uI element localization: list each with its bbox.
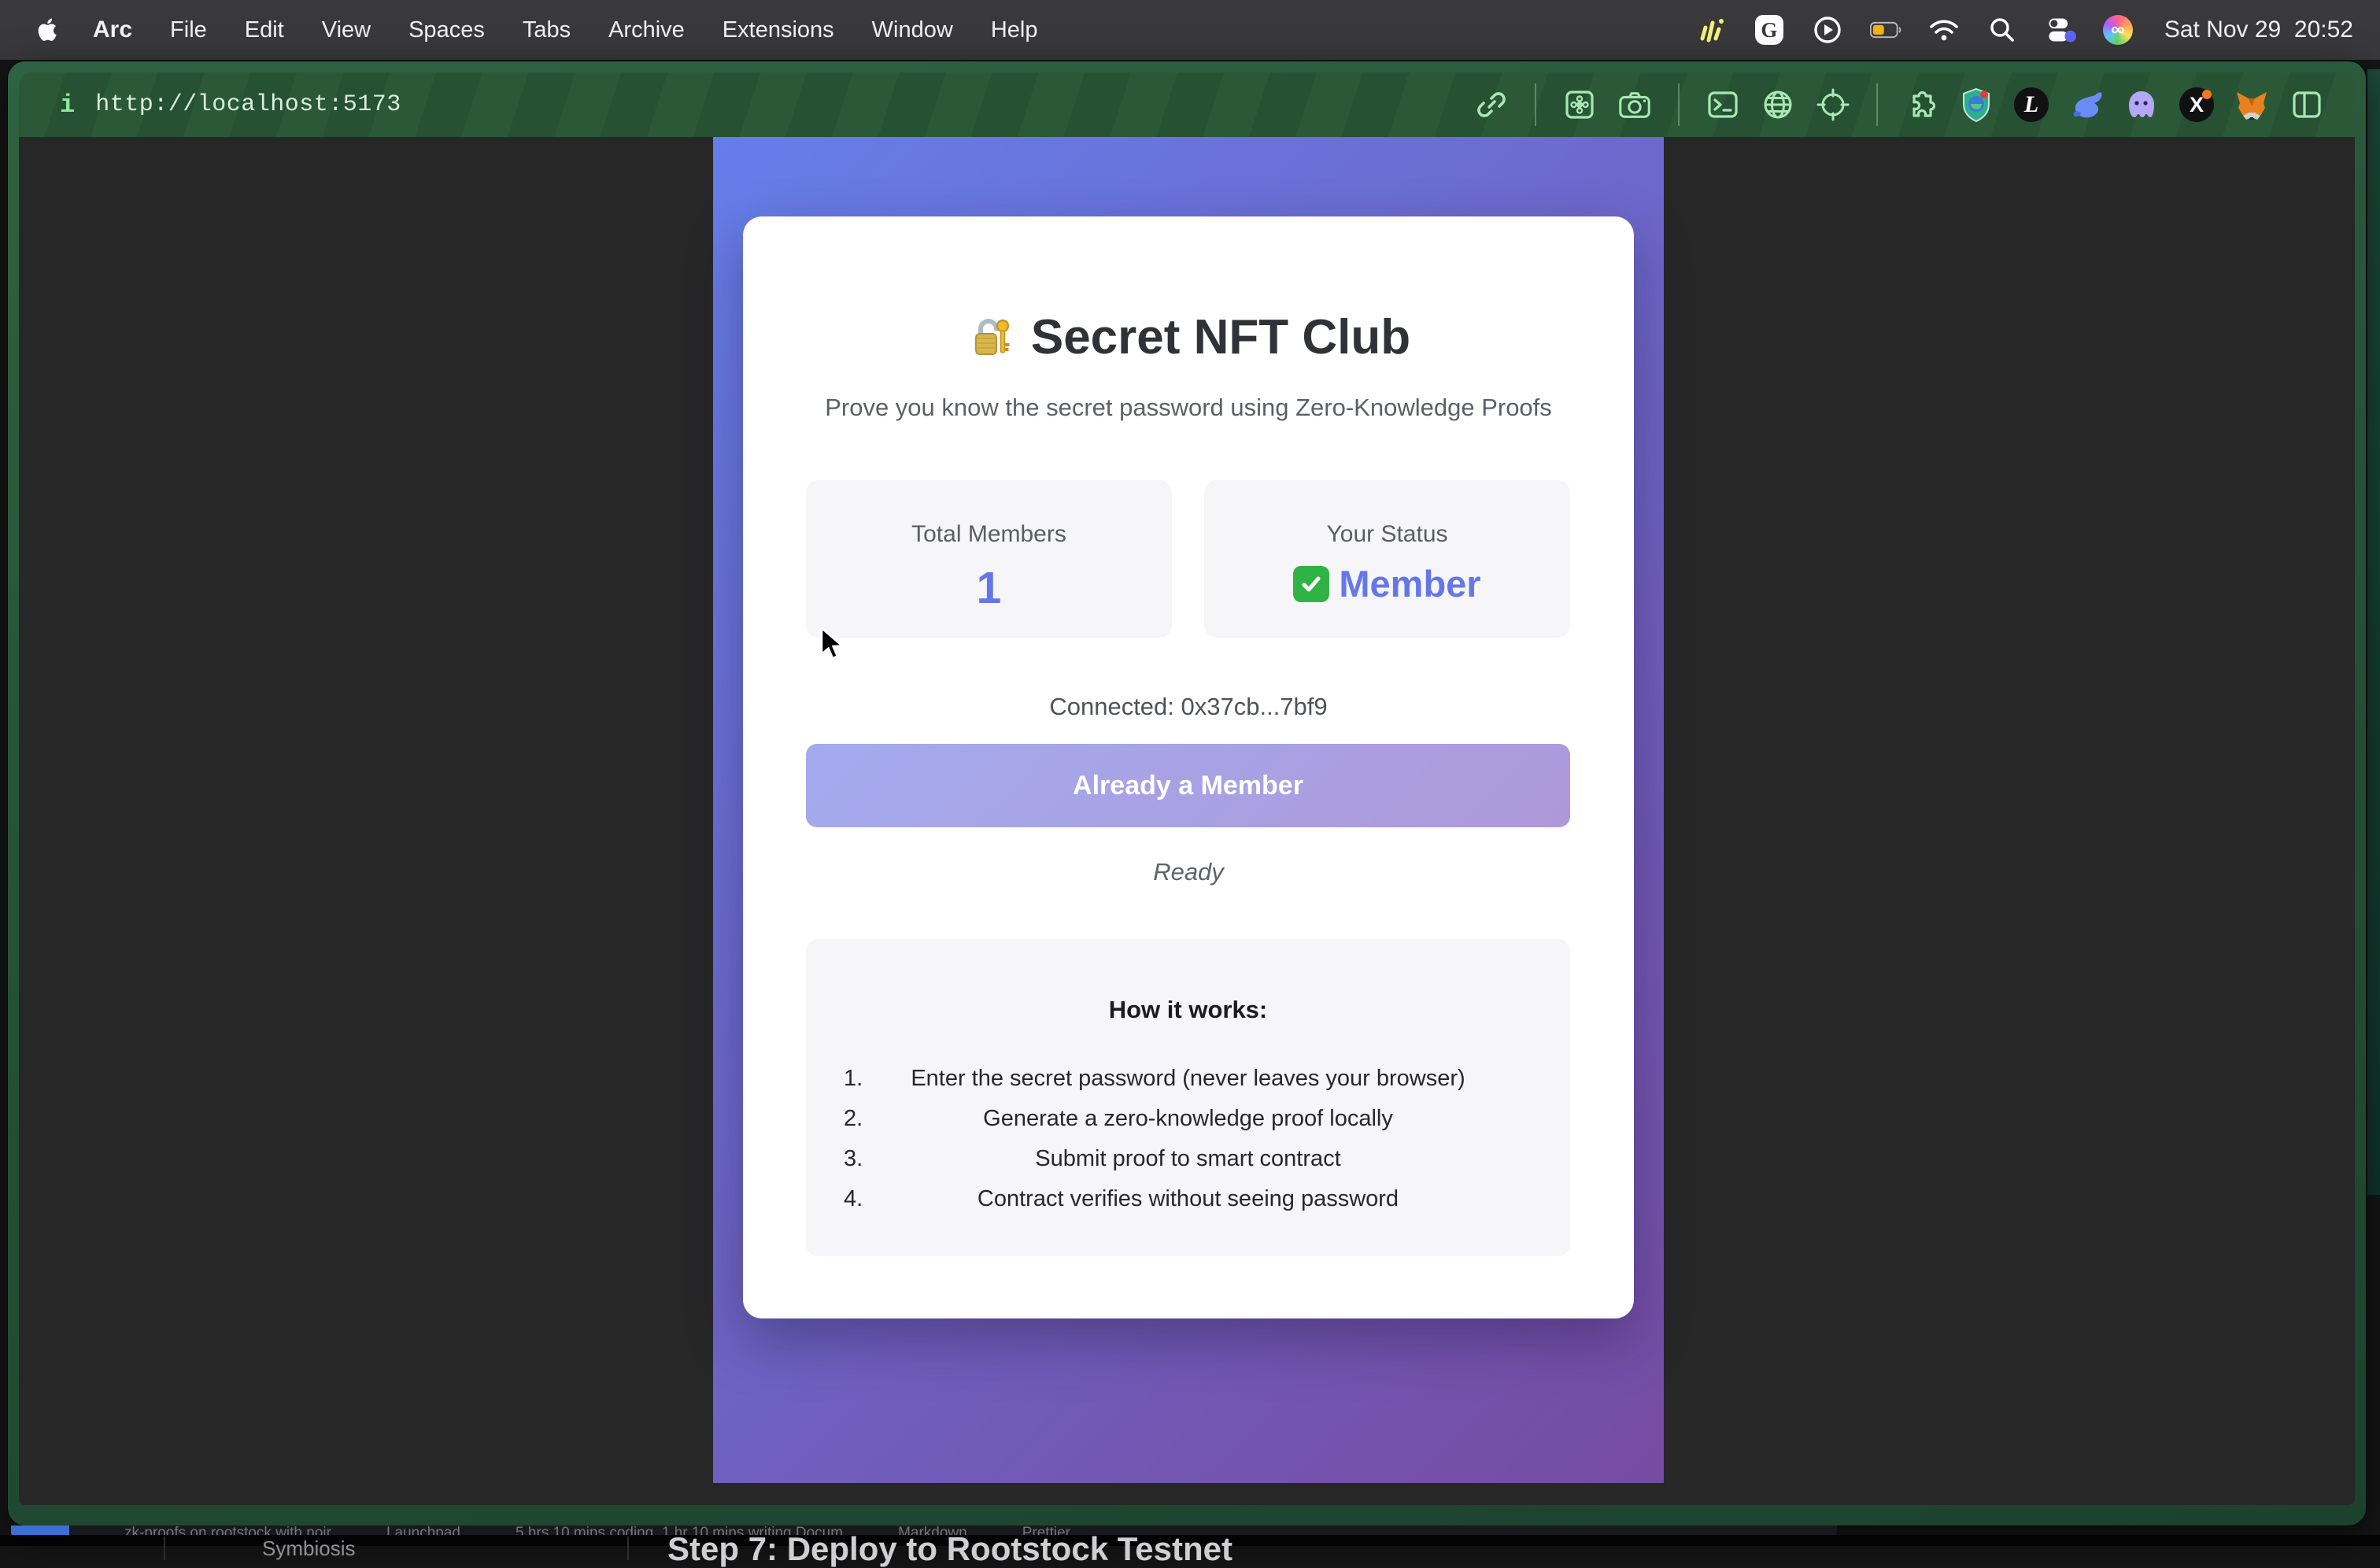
menu-item-edit[interactable]: Edit	[226, 0, 303, 60]
webpage-background: Secret NFT Club Prove you know the secre…	[713, 137, 1664, 1483]
browser-viewport: Secret NFT Club Prove you know the secre…	[19, 137, 2355, 1505]
toolbar-divider	[1535, 83, 1536, 126]
wifi-icon[interactable]	[1928, 14, 1960, 46]
how-step-3: 3. Submit proof to smart contract	[806, 1139, 1570, 1179]
picture-picker-icon[interactable]	[1561, 87, 1598, 123]
background-window-bottom[interactable]: Symbiosis Step 7: Deploy to Rootstock Te…	[0, 1535, 2380, 1546]
secret-nft-club-card: Secret NFT Club Prove you know the secre…	[743, 216, 1634, 1318]
control-center-icon[interactable]	[2045, 14, 2076, 46]
grammarly-icon[interactable]: G	[1754, 14, 1785, 46]
menu-item-help[interactable]: Help	[972, 0, 1057, 60]
stat-total-members: Total Members 1	[806, 480, 1172, 638]
menubar: Arc File Edit View Spaces Tabs Archive E…	[0, 0, 2380, 60]
menu-item-arc[interactable]: Arc	[74, 0, 151, 60]
page-title: Secret NFT Club	[743, 309, 1634, 365]
info-icon[interactable]: i	[60, 91, 75, 120]
rabby-wallet-icon[interactable]	[2068, 87, 2105, 123]
how-it-works-heading: How it works:	[806, 996, 1570, 1024]
stat-label: Your Status	[1204, 521, 1570, 548]
globe-icon[interactable]	[1760, 87, 1796, 123]
url-bar[interactable]: i http://localhost:5173	[19, 91, 401, 120]
play-circle-icon[interactable]	[1812, 14, 1843, 46]
siri-rainbow-icon[interactable]	[2103, 15, 2133, 45]
mouse-cursor	[819, 627, 852, 663]
metamask-fox-icon[interactable]	[2234, 87, 2270, 123]
stat-value: Member	[1339, 562, 1480, 605]
how-step-4: 4. Contract verifies without seeing pass…	[806, 1179, 1570, 1219]
camera-icon[interactable]	[1617, 87, 1653, 123]
split-view-icon[interactable]	[2289, 87, 2325, 123]
loom-badge-icon[interactable]: L	[2013, 87, 2049, 123]
how-it-works-box: How it works: 1. Enter the secret passwo…	[806, 939, 1570, 1256]
apple-logo-icon[interactable]	[35, 14, 61, 46]
menu-item-spaces[interactable]: Spaces	[390, 0, 504, 60]
tab-divider	[627, 1537, 629, 1560]
toolbar-divider	[1876, 83, 1878, 126]
how-step-2: 2. Generate a zero-knowledge proof local…	[806, 1099, 1570, 1139]
connected-address: Connected: 0x37cb...7bf9	[743, 693, 1634, 721]
terminal-icon[interactable]	[1705, 87, 1741, 123]
waveform-chart-icon[interactable]	[1695, 14, 1727, 46]
crosshair-icon[interactable]	[1815, 87, 1851, 123]
background-doc-title: Step 7: Deploy to Rootstock Testnet	[667, 1530, 1232, 1568]
background-tab-symbiosis: Symbiosis	[262, 1537, 355, 1561]
privacy-shield-icon[interactable]	[1958, 87, 1994, 123]
menu-item-extensions[interactable]: Extensions	[704, 0, 853, 60]
stat-your-status: Your Status Member	[1204, 480, 1570, 638]
menu-item-file[interactable]: File	[151, 0, 226, 60]
lock-emoji-icon	[966, 313, 1015, 362]
menu-item-archive[interactable]: Archive	[589, 0, 704, 60]
spotlight-search-icon[interactable]	[1986, 14, 2018, 46]
menu-item-window[interactable]: Window	[853, 0, 972, 60]
x-badge-icon[interactable]: X	[2179, 87, 2215, 123]
already-member-button[interactable]: Already a Member	[806, 744, 1570, 827]
stat-value: 1	[806, 562, 1172, 614]
tab-divider	[164, 1537, 165, 1560]
background-window-edge	[2367, 69, 2380, 1195]
phantom-wallet-icon[interactable]	[2123, 87, 2160, 123]
check-emoji-icon	[1293, 566, 1329, 602]
menu-item-tabs[interactable]: Tabs	[504, 0, 589, 60]
status-text: Ready	[743, 858, 1634, 886]
toolbar-divider	[1678, 83, 1680, 126]
page-subtitle: Prove you know the secret password using…	[743, 394, 1634, 422]
browser-toolbar: i http://localhost:5173	[19, 72, 2355, 137]
extensions-puzzle-icon[interactable]	[1903, 87, 1939, 123]
copy-link-icon[interactable]	[1473, 87, 1510, 123]
browser-window: i http://localhost:5173	[8, 61, 2366, 1525]
how-step-1: 1. Enter the secret password (never leav…	[806, 1059, 1570, 1099]
menubar-clock[interactable]: Sat Nov 29 20:52	[2164, 17, 2353, 43]
battery-icon[interactable]	[1870, 14, 1901, 46]
url-text[interactable]: http://localhost:5173	[95, 91, 401, 118]
menu-item-view[interactable]: View	[303, 0, 390, 60]
stat-label: Total Members	[806, 521, 1172, 548]
